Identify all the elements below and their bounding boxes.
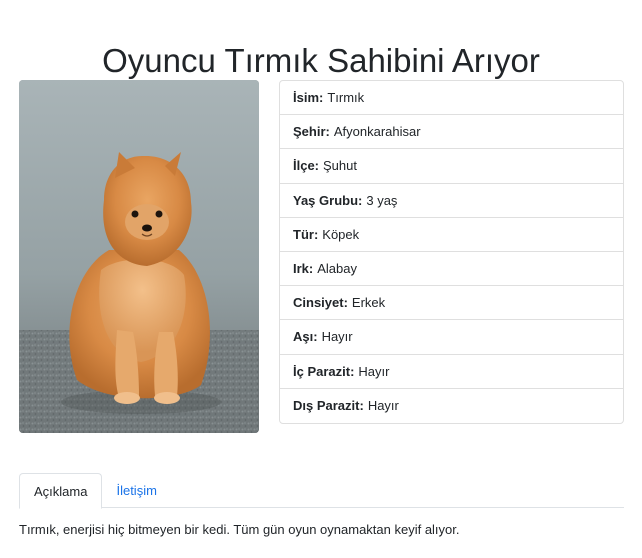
info-value: Hayır	[358, 363, 390, 379]
info-key: İsim:	[293, 90, 324, 106]
info-item-name: İsim: Tırmık	[280, 81, 623, 116]
info-key: İç Parazit:	[293, 363, 355, 379]
tab-contact[interactable]: İletişim	[102, 473, 170, 508]
info-key: Dış Parazit:	[293, 398, 364, 414]
page-title: Oyuncu Tırmık Sahibini Arıyor	[102, 42, 540, 80]
info-key: İlçe:	[293, 158, 320, 174]
info-value: Köpek	[322, 226, 360, 242]
info-item-gender: Cinsiyet: Erkek	[280, 286, 623, 321]
info-item-species: Tür: Köpek	[280, 218, 623, 252]
description-text: Tırmık, enerjisi hiç bitmeyen bir kedi. …	[19, 522, 460, 537]
info-value: Alabay	[317, 261, 357, 277]
info-key: Cinsiyet:	[293, 295, 348, 311]
pet-photo	[19, 80, 259, 433]
info-item-external-parasite: Dış Parazit: Hayır	[280, 389, 623, 423]
info-value: 3 yaş	[366, 192, 398, 208]
info-item-breed: Irk: Alabay	[280, 252, 623, 287]
info-item-city: Şehir: Afyonkarahisar	[280, 115, 623, 150]
info-key: Tür:	[293, 226, 319, 242]
info-value: Şuhut	[323, 158, 357, 174]
info-value: Tırmık	[327, 90, 365, 106]
info-value: Afyonkarahisar	[333, 124, 421, 140]
info-key: Aşı:	[293, 329, 318, 345]
info-value: Erkek	[351, 295, 386, 311]
info-item-internal-parasite: İç Parazit: Hayır	[280, 355, 623, 389]
info-key: Yaş Grubu:	[293, 192, 363, 208]
pet-info-list: İsim: Tırmık Şehir: Afyonkarahisar İlçe:…	[279, 80, 624, 424]
info-value: Hayır	[321, 329, 353, 345]
detail-tabs: Açıklama İletişim	[19, 473, 624, 509]
info-key: Şehir:	[293, 124, 330, 140]
pomeranian-image	[19, 80, 259, 433]
info-item-vaccine: Aşı: Hayır	[280, 320, 623, 355]
info-value: Hayır	[367, 398, 399, 414]
info-key: Irk:	[293, 261, 314, 277]
info-item-age-group: Yaş Grubu: 3 yaş	[280, 184, 623, 218]
info-item-district: İlçe: Şuhut	[280, 149, 623, 184]
tab-description[interactable]: Açıklama	[19, 473, 103, 509]
